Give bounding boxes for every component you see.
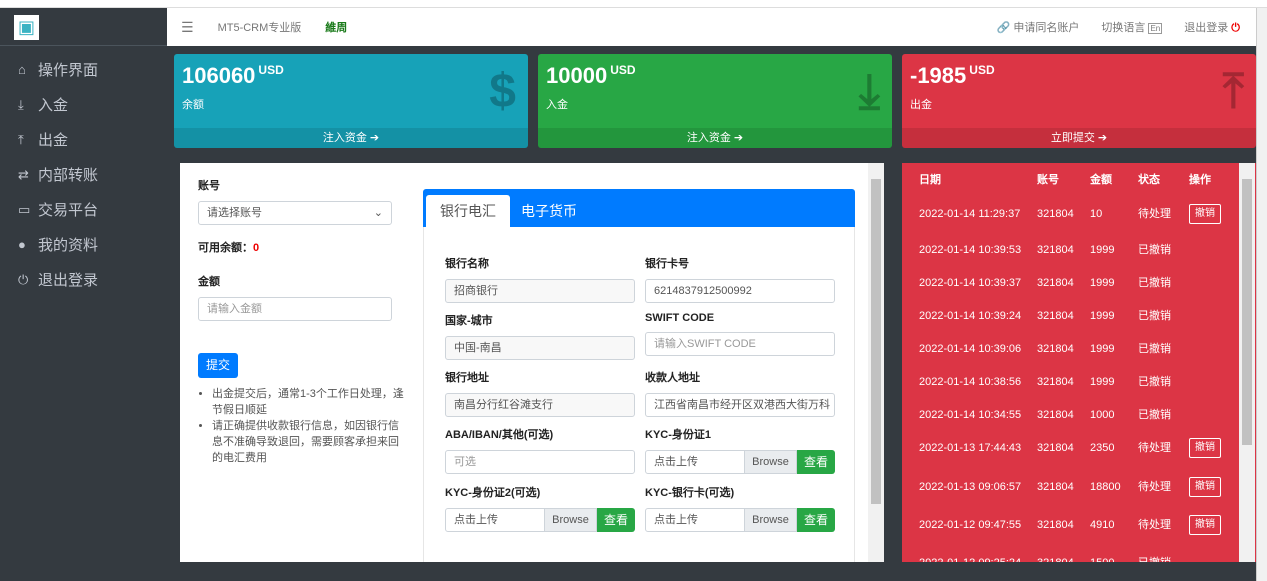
- bank-address-input[interactable]: 南昌分行红谷滩支行: [445, 393, 635, 417]
- user-icon: ●: [18, 237, 26, 252]
- tab-bank-wire[interactable]: 银行电汇: [426, 195, 510, 227]
- card-bg-icon: ⤒: [1222, 65, 1244, 118]
- sidebar-item[interactable]: ⏻ 退出登录: [0, 262, 167, 297]
- browse-button[interactable]: Browse: [545, 508, 597, 532]
- cancel-button[interactable]: 撤销: [1189, 515, 1221, 535]
- swift-label: SWIFT CODE: [645, 312, 715, 324]
- city-label: 国家-城市: [445, 315, 493, 327]
- sidebar-item[interactable]: ● 我的资料: [0, 227, 167, 262]
- table-scrollbar[interactable]: [1239, 163, 1255, 562]
- submit-button[interactable]: 提交: [198, 353, 238, 378]
- table-row: 2022-01-12 09:25:243218041500已撤销: [902, 553, 1239, 562]
- account-select[interactable]: 请选择账号 ⌄: [198, 201, 392, 225]
- browse-button[interactable]: Browse: [745, 450, 797, 474]
- hamburger-icon[interactable]: ☰: [181, 19, 194, 36]
- sidebar-item[interactable]: ⤓ 入金: [0, 87, 167, 122]
- switch-language-link[interactable]: 切换语言 En: [1101, 19, 1163, 35]
- table-row: 2022-01-14 10:39:37 321804 1999 已撤销: [919, 277, 1171, 289]
- app-title: MT5-CRM专业版: [217, 22, 302, 34]
- summary-card: 10000 USD 入金 ⤓ 注入资金 ➔: [538, 54, 892, 148]
- table-row: 2022-01-13 09:06:57 321804 18800 待处理 撤销: [902, 477, 1239, 497]
- card-number-input[interactable]: 6214837912500992: [645, 279, 835, 303]
- logout-link[interactable]: 退出登录 ⏻: [1184, 19, 1240, 35]
- browse-button[interactable]: Browse: [745, 508, 797, 532]
- cancel-button[interactable]: 撤销: [1189, 477, 1221, 497]
- cancel-button[interactable]: 撤销: [1189, 204, 1221, 224]
- en-icon: En: [1148, 23, 1163, 34]
- laptop-icon: ▭: [18, 201, 31, 217]
- sidebar: ▣ ⌂ 操作界面 ⤓ 入金 ⤒ 出金 ⇄ 内部转账 ▭ 交易平台 ● 我的资料 ⏻ 退出登录: [0, 8, 167, 581]
- bank-name-label: 银行名称: [445, 258, 489, 270]
- exchange-icon: ⇄: [18, 166, 29, 182]
- card-number-label: 银行卡号: [645, 258, 689, 270]
- download-icon: ⤓: [18, 96, 24, 112]
- logo[interactable]: ▣: [0, 8, 167, 46]
- kyc2-upload[interactable]: 点击上传 Browse 查看: [445, 508, 635, 532]
- sidebar-item[interactable]: ⌂ 操作界面: [0, 52, 167, 87]
- table-row: 2022-01-12 09:47:55 321804 4910 待处理 撤销: [902, 515, 1239, 535]
- available-balance: 可用余额：0: [198, 242, 260, 254]
- table-row: 2022-01-14 10:34:55 321804 1000 已撤销: [919, 409, 1171, 421]
- chevron-down-icon: ⌄: [373, 207, 383, 219]
- withdraw-panel: 账号 请选择账号⌄ 可用余额：0 金额 请输入金额 提交 出金提交后，通常1-3…: [180, 163, 884, 562]
- browser-top: [0, 0, 1267, 8]
- apply-account-link[interactable]: 🔗 申请同名账户: [997, 19, 1080, 35]
- note-item: 出金提交后，通常1-3个工作日处理，逢节假日顺延: [212, 386, 408, 418]
- top-header: ☰ MT5-CRM专业版 維周 🔗 申请同名账户 切换语言 En 退出登录 ⏻: [167, 8, 1256, 46]
- sidebar-item[interactable]: ▭ 交易平台: [0, 192, 167, 227]
- card-footer-link[interactable]: 立即提交 ➔: [902, 128, 1256, 148]
- table-row: 2022-01-14 11:29:37 321804 10 待处理 撤销: [902, 204, 1239, 224]
- kyc1-upload[interactable]: 点击上传 Browse 查看: [645, 450, 835, 474]
- summary-card: -1985 USD 出金 ⤒ 立即提交 ➔: [902, 54, 1256, 148]
- note-item: 请正确提供收款银行信息，如因银行信息不准确导致退回，需要顾客承担来回的电汇费用: [212, 418, 408, 466]
- view-button[interactable]: 查看: [597, 508, 635, 532]
- payment-tabs: 银行电汇 电子货币: [423, 189, 855, 227]
- withdraw-history-table: 日期 账号 金额 状态 操作 2022-01-14 11:29:37 321804 10 待处理…: [902, 163, 1256, 562]
- city-input[interactable]: 中国-南昌: [445, 336, 635, 360]
- table-row: 2022-01-14 10:39:24 321804 1999 已撤销: [919, 310, 1171, 322]
- power-icon: ⏻: [18, 271, 29, 287]
- tab-e-currency[interactable]: 电子货币: [507, 195, 591, 227]
- page-scrollbar[interactable]: [1256, 8, 1267, 581]
- amount-label: 金额: [198, 276, 220, 288]
- view-button[interactable]: 查看: [797, 508, 835, 532]
- payee-address-label: 收款人地址: [645, 372, 700, 384]
- summary-card: 106060 USD 余额 $ 注入资金 ➔: [174, 54, 528, 148]
- cube-logo-icon: ▣: [14, 15, 39, 40]
- account-label: 账号: [198, 180, 220, 192]
- iban-label: ABA/IBAN/其他(可选): [445, 429, 554, 441]
- amount-input[interactable]: 请输入金额: [198, 297, 392, 321]
- home-icon: ⌂: [18, 62, 26, 77]
- kyc3-upload[interactable]: 点击上传 Browse 查看: [645, 508, 835, 532]
- iban-input[interactable]: 可选: [445, 450, 635, 474]
- bank-name-input[interactable]: 招商银行: [445, 279, 635, 303]
- power-icon: ⏻: [1231, 22, 1240, 34]
- kyc3-label: KYC-银行卡(可选): [645, 487, 735, 499]
- bank-form: 银行名称招商银行 银行卡号 6214837912500992 国家-城市中国-南昌…: [423, 227, 855, 562]
- table-row: 2022-01-13 17:44:43 321804 2350 待处理 撤销: [902, 438, 1239, 458]
- kyc2-label: KYC-身份证2(可选): [445, 487, 541, 499]
- table-row: 2022-01-14 10:38:56 321804 1999 已撤销: [919, 376, 1171, 388]
- table-row: 2022-01-14 10:39:06 321804 1999 已撤销: [919, 343, 1171, 355]
- link-icon: 🔗: [996, 22, 1011, 34]
- card-footer-link[interactable]: 注入资金 ➔: [174, 128, 528, 148]
- swift-input[interactable]: 请输入SWIFT CODE: [645, 332, 835, 356]
- user-name: 維周: [325, 22, 348, 34]
- kyc1-label: KYC-身份证1: [645, 429, 712, 441]
- card-bg-icon: $: [489, 65, 516, 118]
- table-header: 日期 账号 金额 状态 操作: [919, 174, 1211, 186]
- payee-address-input[interactable]: 江西省南昌市经开区双港西大街万科: [645, 393, 835, 417]
- sidebar-item[interactable]: ⤒ 出金: [0, 122, 167, 157]
- panel-scrollbar[interactable]: [868, 163, 884, 562]
- card-bg-icon: ⤓: [858, 65, 880, 118]
- table-row: 2022-01-14 10:39:53 321804 1999 已撤销: [919, 244, 1171, 256]
- card-footer-link[interactable]: 注入资金 ➔: [538, 128, 892, 148]
- upload-icon: ⤒: [18, 131, 24, 147]
- cancel-button[interactable]: 撤销: [1189, 438, 1221, 458]
- sidebar-item[interactable]: ⇄ 内部转账: [0, 157, 167, 192]
- bank-address-label: 银行地址: [445, 372, 489, 384]
- view-button[interactable]: 查看: [797, 450, 835, 474]
